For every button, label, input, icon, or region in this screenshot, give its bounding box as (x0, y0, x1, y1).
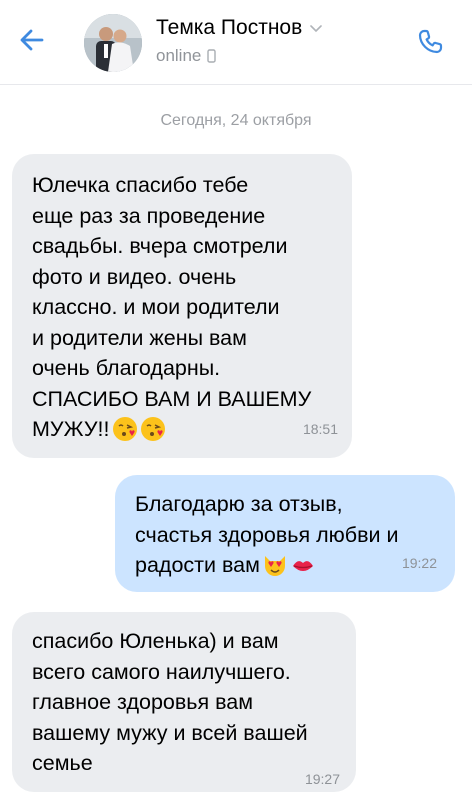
contact-name-button[interactable]: Темка Постнов (156, 16, 323, 40)
message-text: спасибо Юленька) и вам всего самого наил… (32, 629, 308, 775)
incoming-message[interactable]: Юлечка спасибо тебе еще раз за проведени… (12, 154, 352, 458)
mobile-device-icon (207, 49, 217, 63)
status-row: online (156, 46, 217, 66)
contact-name: Темка Постнов (156, 16, 303, 39)
arrow-left-icon (20, 29, 44, 51)
message-text: Юлечка спасибо тебе еще раз за проведени… (32, 173, 312, 441)
kissing-face-emoji (112, 416, 138, 451)
phone-call-icon (418, 29, 443, 54)
chevron-down-icon (310, 25, 323, 33)
call-button[interactable] (410, 22, 450, 62)
chat-header: Темка Постнов online (0, 0, 472, 85)
date-separator: Сегодня, 24 октября (160, 112, 312, 129)
message-time: 19:22 (401, 554, 437, 571)
message-time: 18:51 (302, 420, 338, 437)
online-status: online (156, 46, 202, 65)
outgoing-message[interactable]: Благодарю за отзыв, счастья здоровья люб… (115, 475, 455, 592)
back-button[interactable] (12, 20, 52, 60)
message-time: 19:27 (304, 771, 340, 787)
heart-eyes-cat-emoji (262, 552, 288, 587)
avatar[interactable] (84, 14, 142, 72)
incoming-message[interactable]: спасибо Юленька) и вам всего самого наил… (12, 612, 356, 792)
kissing-face-emoji (140, 416, 166, 451)
kiss-mark-emoji (290, 552, 316, 587)
